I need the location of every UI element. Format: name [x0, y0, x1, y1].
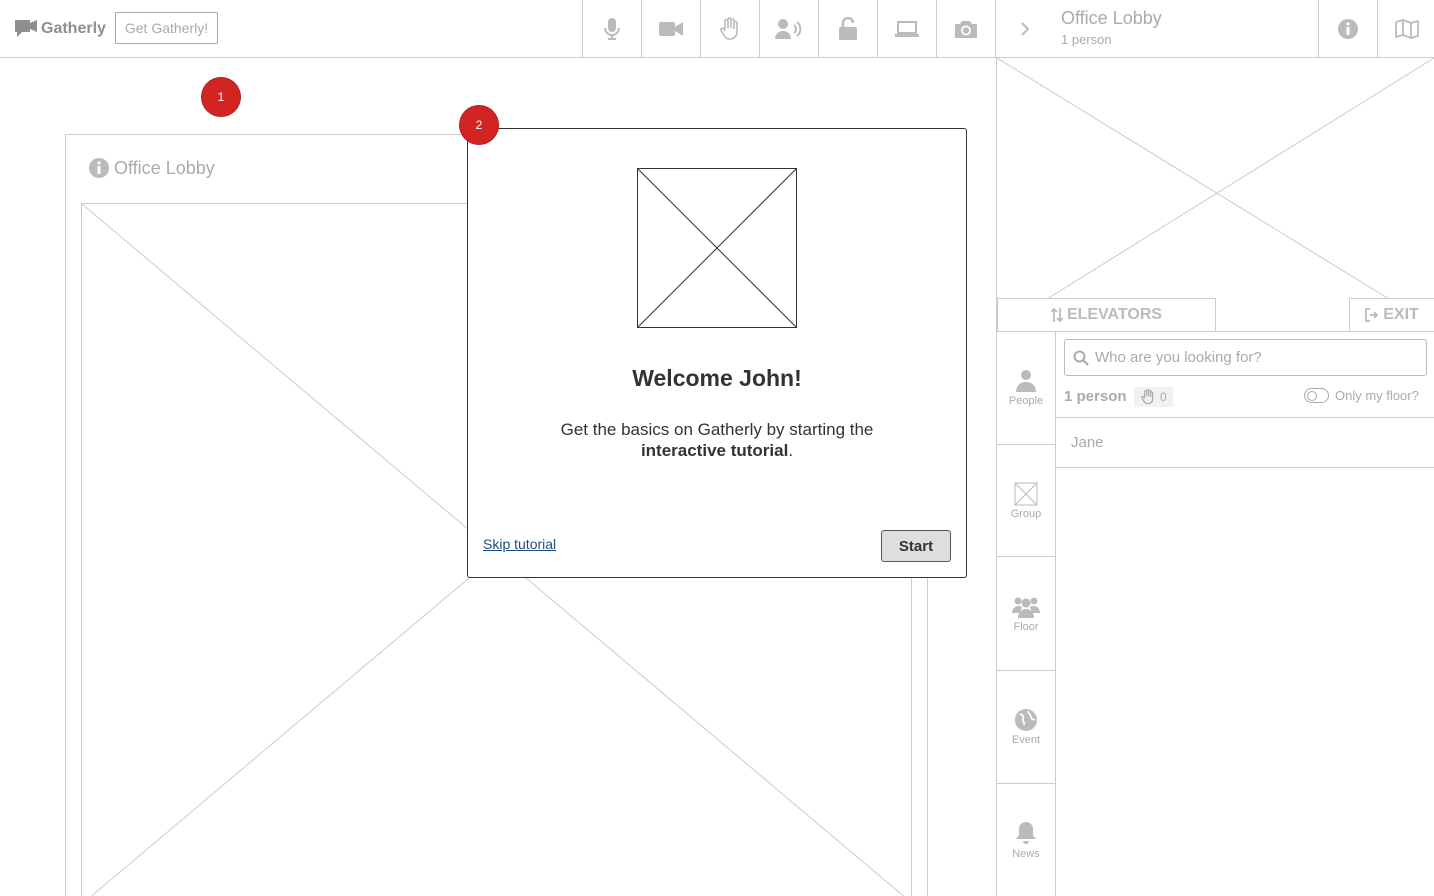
modal-body: Get the basics on Gatherly by starting t… [517, 419, 917, 461]
people-count: 1 person [1064, 388, 1127, 405]
video-button[interactable] [641, 0, 700, 57]
search-input[interactable] [1095, 349, 1415, 366]
camera-icon [955, 20, 977, 38]
side-tab-news[interactable]: News [997, 784, 1055, 896]
video-camera-icon [659, 21, 683, 36]
only-my-floor-toggle[interactable]: Only my floor? [1304, 388, 1419, 403]
laptop-icon [895, 20, 919, 37]
raise-hand-icon [720, 16, 738, 40]
person-icon [1016, 370, 1036, 392]
person-name: Jane [1071, 434, 1104, 451]
raise-hand-button[interactable] [700, 0, 759, 57]
room-video-placeholder [997, 58, 1434, 299]
side-tab-label: News [1012, 848, 1040, 860]
stage-header: Office Lobby [88, 157, 215, 179]
exit-tab[interactable]: EXIT [1349, 298, 1434, 332]
side-tab-label: Group [1010, 507, 1042, 520]
elevators-tab[interactable]: ELEVATORS [997, 298, 1216, 332]
broadcast-icon [775, 18, 802, 39]
lock-button[interactable] [818, 0, 877, 57]
snapshot-button[interactable] [936, 0, 995, 57]
raise-hand-icon [1141, 389, 1154, 405]
elevators-label: ELEVATORS [1066, 306, 1163, 323]
modal-body-emphasis: interactive tutorial [640, 441, 789, 460]
side-tab-label: People [1008, 395, 1044, 407]
search-icon [1073, 350, 1089, 366]
start-button[interactable]: Start [881, 530, 951, 562]
expand-panel-button[interactable] [995, 0, 1054, 57]
modal-body-end: . [788, 441, 794, 460]
toggle-label: Only my floor? [1335, 388, 1419, 403]
map-icon [1395, 18, 1419, 39]
get-gatherly-button[interactable]: Get Gatherly! [115, 12, 218, 44]
microphone-button[interactable] [582, 0, 641, 57]
modal-image-placeholder [637, 168, 797, 328]
raised-hands-count: 0 [1134, 387, 1173, 407]
side-tab-floor[interactable]: Floor [997, 557, 1055, 671]
sort-arrows-icon [1050, 307, 1063, 323]
side-tab-label: Event [1011, 734, 1041, 746]
step-badge-1: 1 [202, 78, 240, 116]
speech-camera-icon [13, 16, 39, 42]
map-button[interactable] [1377, 0, 1434, 57]
side-tab-people[interactable]: People [997, 332, 1055, 445]
info-button[interactable] [1318, 0, 1377, 57]
group-placeholder-icon [1014, 482, 1038, 505]
screen-share-button[interactable] [877, 0, 936, 57]
users-icon [1012, 597, 1040, 618]
step-badge-2: 2 [460, 106, 498, 144]
side-tab-label: Floor [1013, 620, 1039, 633]
room-person-count: 1 person [1061, 32, 1112, 47]
side-tab-column: People Group Floor Event News [997, 332, 1056, 896]
side-tab-event[interactable]: Event [997, 671, 1055, 784]
gatherly-logo[interactable]: Gatherly [13, 16, 106, 42]
modal-title: Welcome John! [632, 365, 802, 391]
divider [997, 331, 1434, 332]
side-tab-group[interactable]: Group [997, 445, 1055, 557]
globe-icon [1015, 709, 1037, 731]
bell-icon [1016, 822, 1036, 844]
stage-title: Office Lobby [114, 157, 215, 178]
toggle-switch[interactable] [1304, 388, 1329, 403]
sign-out-icon [1365, 308, 1379, 322]
info-icon[interactable] [88, 157, 110, 179]
info-icon [1338, 18, 1358, 39]
list-item[interactable]: Jane [1056, 418, 1434, 468]
exit-label: EXIT [1383, 306, 1419, 323]
microphone-icon [604, 17, 620, 40]
hand-count-value: 0 [1160, 390, 1167, 404]
logo-text: Gatherly [41, 20, 106, 37]
chevron-right-icon [1021, 21, 1030, 36]
people-search[interactable] [1064, 339, 1427, 376]
skip-tutorial-link[interactable]: Skip tutorial [483, 536, 556, 552]
modal-body-text: Get the basics on Gatherly by starting t… [560, 420, 874, 439]
broadcast-button[interactable] [759, 0, 818, 57]
room-title: Office Lobby [1061, 8, 1162, 28]
unlock-icon [839, 16, 857, 40]
